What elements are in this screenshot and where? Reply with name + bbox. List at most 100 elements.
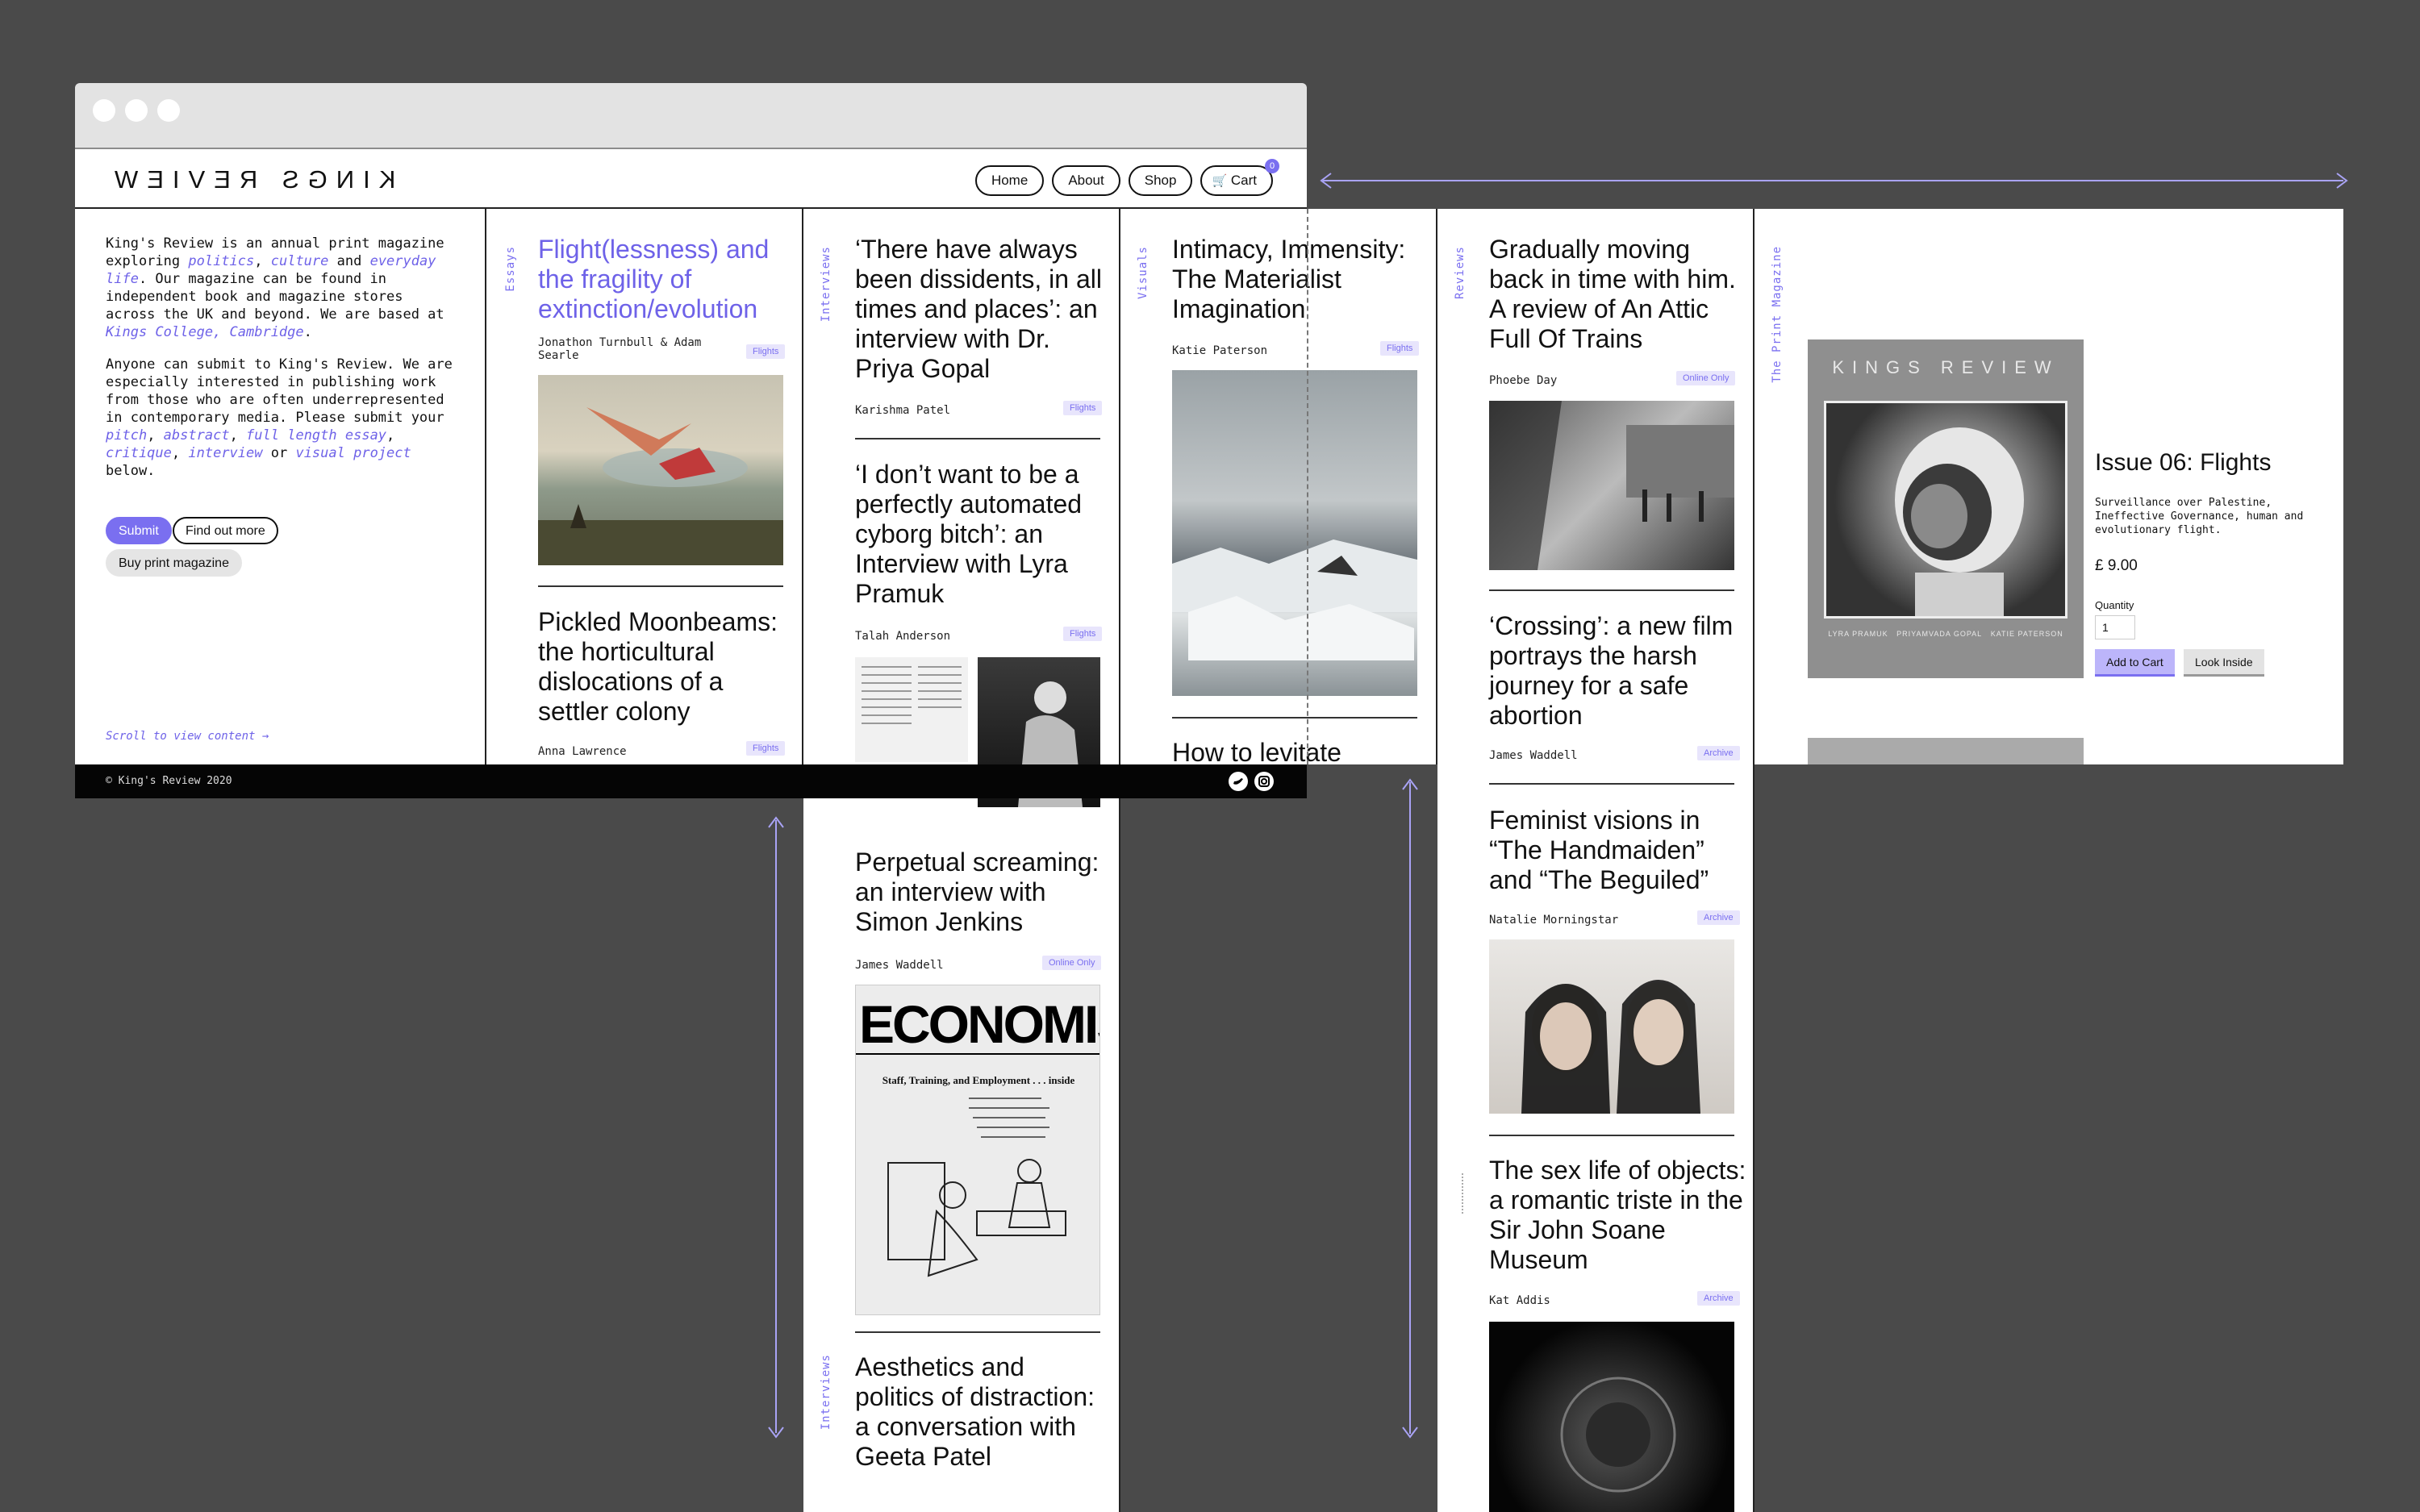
divider — [1489, 1135, 1734, 1136]
cart-icon: 🛒 — [1212, 174, 1228, 188]
scroll-arrow-vertical-left — [775, 820, 777, 1433]
interviews-column: Interviews ‘There have always been dissi… — [803, 209, 1120, 1512]
magazine-cover[interactable]: KINGS REVIEW LYRA PRAMUK PRIYAMVADA GOPA… — [1808, 339, 2084, 678]
article-title[interactable]: Intimacy, Immensity: The Materialist Ima… — [1172, 235, 1430, 324]
article-title[interactable]: ‘I don’t want to be a perfectly automate… — [855, 460, 1105, 609]
link-politics[interactable]: politics — [188, 253, 254, 269]
logo-text: KINGS REVIEW — [106, 165, 396, 194]
article-image-document[interactable] — [855, 657, 968, 762]
article-tag[interactable]: Archive — [1697, 746, 1740, 760]
article-tag[interactable]: Archive — [1697, 1291, 1740, 1306]
cover-name: LYRA PRAMUK — [1828, 630, 1888, 638]
arrow-right-icon — [2336, 173, 2348, 189]
article-title[interactable]: ‘There have always been dissidents, in a… — [855, 235, 1105, 384]
link-critique[interactable]: critique — [106, 445, 172, 461]
article-title[interactable]: Aesthetics and politics of distraction: … — [855, 1352, 1105, 1472]
issue-price: £ 9.00 — [2095, 557, 2138, 574]
site-header: KINGS REVIEW Home About Shop 🛒 Cart 0 — [75, 149, 1307, 209]
cover-name: PRIYAMVADA GOPAL — [1896, 630, 1983, 638]
link-visual-project[interactable]: visual project — [295, 445, 411, 461]
article-title[interactable]: Flight(lessness) and the fragility of ex… — [538, 235, 788, 324]
window-minimize-dot[interactable] — [125, 99, 148, 122]
intro-text-end: below. — [106, 463, 156, 479]
article-title[interactable]: Feminist visions in “The Handmaiden” and… — [1489, 806, 1739, 895]
divider — [538, 585, 783, 587]
arrow-left-icon — [1320, 173, 1332, 189]
article-tag[interactable]: Online Only — [1042, 956, 1102, 970]
essays-column: Essays Flight(lessness) and the fragilit… — [486, 209, 803, 764]
article-title[interactable]: Gradually moving back in time with him. … — [1489, 235, 1739, 354]
twitter-icon[interactable] — [1229, 772, 1248, 791]
submit-button[interactable]: Submit — [106, 517, 172, 544]
astronaut-illustration — [1895, 427, 2024, 616]
window-maximize-dot[interactable] — [157, 99, 180, 122]
link-interview[interactable]: interview — [188, 445, 262, 461]
magazine-cover-next[interactable] — [1808, 738, 2084, 764]
drag-handle[interactable] — [1462, 1173, 1463, 1214]
article-tag[interactable]: Flights — [1063, 627, 1103, 641]
article-title[interactable]: Pickled Moonbeams: the horticultural dis… — [538, 607, 788, 727]
article-tag[interactable]: Flights — [746, 741, 786, 756]
article-tag[interactable]: Flights — [746, 344, 786, 359]
nav-home[interactable]: Home — [974, 165, 1045, 196]
link-abstract[interactable]: abstract — [164, 427, 230, 444]
quantity-input[interactable]: 1 — [2095, 615, 2135, 639]
window-close-dot[interactable] — [93, 99, 115, 122]
intro-text: King's Review is an annual print magazin… — [106, 235, 453, 480]
issue-description: Surveillance over Palestine, Ineffective… — [2095, 497, 2304, 536]
browser-edge-guide — [1307, 209, 1308, 764]
essays-label: Essays — [504, 246, 517, 292]
article-image-glacier[interactable] — [1172, 370, 1417, 696]
painting-illustration — [538, 407, 783, 565]
divider — [855, 1331, 1100, 1333]
sep: , — [254, 253, 271, 269]
add-to-cart-button[interactable]: Add to Cart — [2095, 649, 2175, 677]
article-author: Jonathon Turnbull & Adam Searle — [538, 336, 702, 362]
issue-title[interactable]: Issue 06: Flights — [2095, 449, 2271, 477]
article-title[interactable]: Perpetual screaming: an interview with S… — [855, 848, 1113, 937]
site-footer: © King's Review 2020 — [75, 764, 1307, 798]
intro-column: King's Review is an annual print magazin… — [75, 209, 486, 764]
arrow-up-icon — [1402, 778, 1418, 790]
museum-illustration — [1560, 1377, 1676, 1493]
site-logo[interactable]: KINGS REVIEW — [106, 165, 395, 194]
main-nav: Home About Shop 🛒 Cart 0 — [974, 159, 1279, 196]
ice-illustration — [1172, 539, 1417, 660]
instagram-icon[interactable] — [1254, 772, 1274, 791]
scroll-arrow-vertical-right — [1409, 782, 1411, 1434]
article-tag[interactable]: Archive — [1697, 910, 1740, 925]
copyright: © King's Review 2020 — [106, 775, 232, 787]
portrait-illustration — [1521, 980, 1700, 1114]
article-tag[interactable]: Flights — [1063, 401, 1103, 415]
find-out-more-button[interactable]: Find out more — [173, 517, 278, 544]
article-image-museum[interactable] — [1489, 1322, 1734, 1512]
article-tag[interactable]: Online Only — [1676, 371, 1736, 385]
article-image-economist[interactable]: ECONOMIST Staff, Training, and Employmen… — [855, 985, 1100, 1315]
buy-print-magazine-button[interactable]: Buy print magazine — [106, 549, 242, 577]
arrow-up-icon — [768, 816, 784, 828]
cover-photo — [1824, 401, 2067, 619]
article-image-women[interactable] — [1489, 939, 1734, 1114]
look-inside-button[interactable]: Look Inside — [2184, 649, 2264, 677]
article-title[interactable]: The sex life of objects: a romantic tris… — [1489, 1156, 1747, 1275]
link-culture[interactable]: culture — [271, 253, 329, 269]
link-pitch[interactable]: pitch — [106, 427, 147, 444]
article-title[interactable]: How to levitate — [1172, 738, 1430, 764]
article-author: Talah Anderson — [855, 630, 951, 643]
article-tag[interactable]: Flights — [1380, 341, 1420, 356]
article-image-street[interactable] — [1489, 401, 1734, 570]
nav-shop[interactable]: Shop — [1128, 165, 1193, 196]
link-kings-college[interactable]: Kings College, Cambridge — [106, 324, 304, 340]
article-image-painting[interactable] — [538, 375, 783, 565]
nav-about[interactable]: About — [1052, 165, 1120, 196]
divider — [1489, 589, 1734, 591]
link-full-essay[interactable]: full length essay — [246, 427, 386, 444]
intro-paragraph-1: King's Review is an annual print magazin… — [106, 235, 453, 341]
instagram-glyph — [1258, 776, 1270, 787]
sep: or — [262, 445, 296, 461]
article-title[interactable]: ‘Crossing’: a new film portrays the hars… — [1489, 611, 1739, 731]
scroll-hint[interactable]: Scroll to view content → — [106, 730, 269, 743]
nav-cart[interactable]: 🛒 Cart 0 — [1200, 159, 1279, 196]
scroll-arrow-horizontal — [1323, 180, 2343, 181]
visuals-column: Visuals Intimacy, Immensity: The Materia… — [1120, 209, 1437, 764]
